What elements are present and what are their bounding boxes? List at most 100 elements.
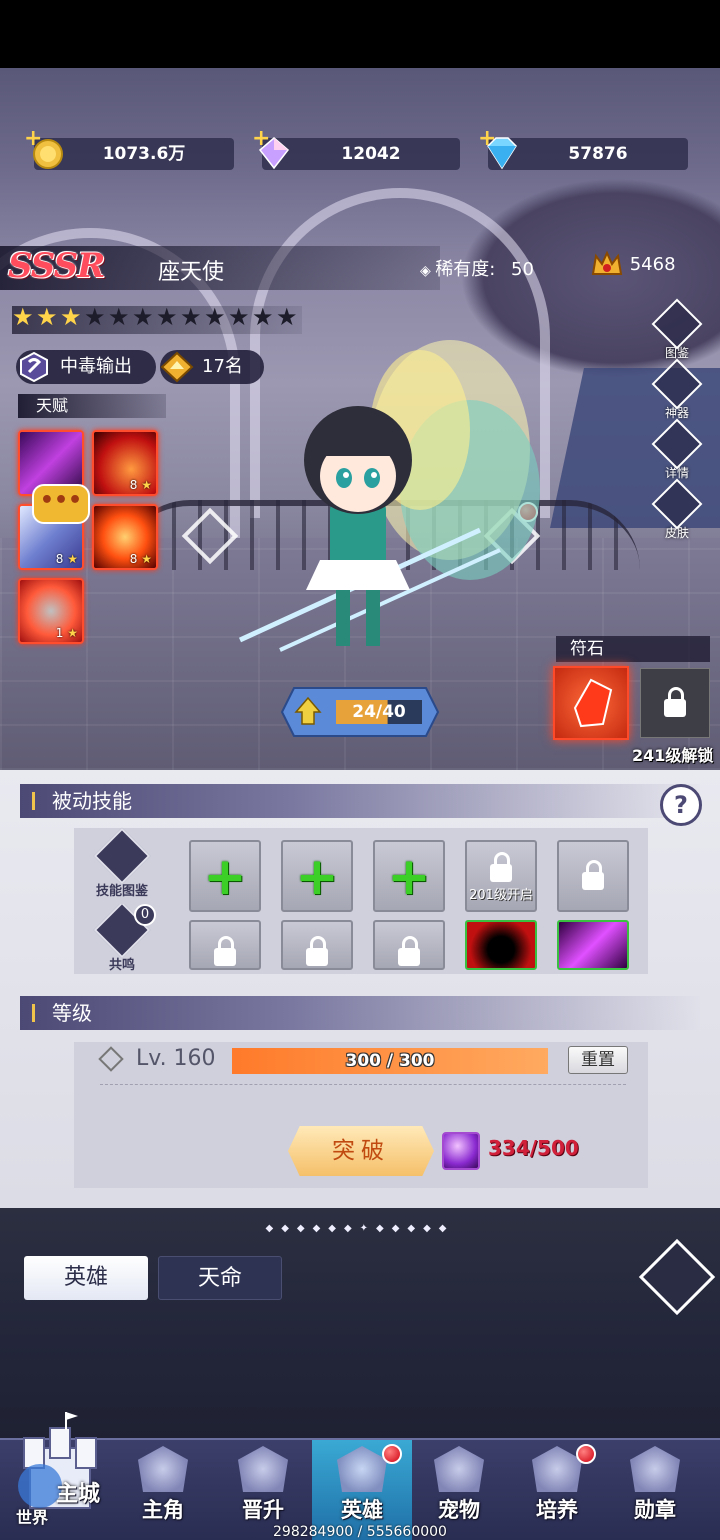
breakthrough-cost: 334/500 [488, 1136, 579, 1160]
breakthrough-button[interactable]: 突破 [288, 1126, 434, 1176]
rune-unlock-label: 241级解锁 [632, 746, 714, 765]
power-value: 5468 [629, 254, 676, 275]
talent-slot-5[interactable]: 1 ★ [18, 578, 84, 644]
lock-icon [214, 936, 236, 966]
gold-coin-icon [33, 139, 63, 169]
resonance-count-badge: 0 [134, 904, 156, 926]
rune-slot-locked[interactable] [640, 668, 710, 738]
crown-icon [591, 250, 623, 275]
hero-name: 座天使 [158, 260, 225, 285]
rarity-tier-badge: SSSR [8, 246, 105, 286]
skill-slot-add[interactable]: + [189, 840, 261, 912]
talent-slot-4[interactable]: 8 ★ [92, 504, 158, 570]
skill-slot-locked[interactable] [557, 840, 629, 912]
plus-icon: + [387, 847, 431, 907]
rarity-info: ◈ 稀有度: 50 [420, 255, 534, 281]
training-icon [532, 1446, 582, 1492]
plus-icon: + [295, 847, 339, 907]
lock-icon [582, 860, 604, 890]
skill-slot-add[interactable]: + [373, 840, 445, 912]
star-empty-icon: ★ [204, 303, 226, 331]
gold-counter[interactable]: + 1073.6万 [24, 126, 234, 170]
star-empty-icon: ★ [108, 303, 130, 331]
skill-slot-locked[interactable] [281, 920, 353, 970]
home-label[interactable]: 主城 [56, 1476, 100, 1508]
level-exp-bar: 300 / 300 [232, 1048, 548, 1074]
nav-protagonist[interactable]: 主角 [118, 1446, 208, 1536]
lock-icon [306, 936, 328, 966]
level-exp-text: 300 / 300 [345, 1051, 435, 1071]
skin-icon [651, 478, 703, 530]
skill-slot-equipped[interactable] [557, 920, 629, 970]
status-bar [0, 0, 720, 68]
help-button[interactable]: ? [660, 784, 702, 826]
medal-icon [630, 1446, 680, 1492]
nav-label: 主角 [142, 1497, 184, 1522]
hero-character-portrait [238, 340, 540, 652]
diamond-bullet-icon: ◈ [420, 263, 436, 279]
hero-level: Lv. 160 [136, 1046, 216, 1071]
ornament-divider: ◆◆◆◆◆◆✦◆◆◆◆◆ [265, 1223, 455, 1234]
star-filled-icon: ★ [36, 303, 58, 331]
level-header: 等级 [20, 996, 700, 1030]
star-filled-icon: ★ [60, 303, 82, 331]
nav-label: 晋升 [242, 1497, 284, 1522]
nav-label: 培养 [536, 1497, 578, 1522]
rarity-label: 稀有度: [435, 259, 496, 280]
star-filled-icon: ★ [12, 303, 34, 331]
star-empty-icon: ★ [228, 303, 250, 331]
lock-icon [664, 687, 686, 717]
rune-title: 符石 [556, 636, 710, 662]
talent-level: 8 ★ [129, 552, 152, 566]
side-codex-button[interactable]: 图鉴 [651, 298, 703, 362]
skill-slot-add[interactable]: + [281, 840, 353, 912]
nav-medal[interactable]: 勋章 [610, 1446, 700, 1536]
skill-slot-equipped[interactable] [465, 920, 537, 970]
slot-unlock-label: 201级开启 [469, 888, 533, 903]
role-tag[interactable]: 中毒输出 [16, 350, 156, 384]
pet-icon [434, 1446, 484, 1492]
skill-slot-locked[interactable] [189, 920, 261, 970]
nav-label: 宠物 [438, 1497, 480, 1522]
tab-fate[interactable]: 天命 [158, 1256, 282, 1300]
notification-dot [382, 1444, 402, 1464]
skill-slot-locked[interactable]: 201级开启 [465, 840, 537, 912]
nav-label: 英雄 [341, 1497, 383, 1522]
rank-icon [160, 351, 194, 383]
artifact-icon [651, 358, 703, 410]
reset-button[interactable]: 重置 [568, 1046, 628, 1074]
skill-slot-locked[interactable] [373, 920, 445, 970]
side-artifact-button[interactable]: 神器 [651, 358, 703, 422]
talent-level: 8 ★ [55, 552, 78, 566]
notification-dot [576, 1444, 596, 1464]
star-empty-icon: ★ [180, 303, 202, 331]
rune-slot[interactable] [553, 666, 629, 740]
poison-icon [20, 351, 48, 383]
rune-stone-icon [573, 678, 613, 728]
side-skin-button[interactable]: 皮肤 [651, 478, 703, 542]
talent-slot-2[interactable]: 8 ★ [92, 430, 158, 496]
exp-value: 24/40 [352, 702, 406, 722]
codex-icon [651, 298, 703, 350]
talent-level: 1 ★ [55, 626, 78, 640]
promotion-icon [238, 1446, 288, 1492]
divider [100, 1084, 626, 1085]
rarity-value: 50 [511, 259, 534, 280]
lock-icon [490, 852, 512, 882]
side-details-button[interactable]: 详情 [651, 418, 703, 482]
tab-hero[interactable]: 英雄 [24, 1256, 148, 1300]
protagonist-icon [138, 1446, 188, 1492]
chat-bubble-icon[interactable]: ••• [32, 484, 90, 524]
star-empty-icon: ★ [156, 303, 178, 331]
crystal-counter[interactable]: + 12042 [252, 126, 460, 170]
hp-readout: 298284900 / 555660000 [273, 1524, 447, 1540]
nav-pet[interactable]: 宠物 [414, 1446, 504, 1536]
skill-codex-button[interactable]: 技能图鉴 [92, 827, 152, 899]
diamond-counter[interactable]: + 57876 [478, 126, 688, 170]
star-empty-icon: ★ [252, 303, 274, 331]
diamond-icon [487, 137, 517, 170]
role-label: 中毒输出 [60, 356, 132, 377]
nav-promotion[interactable]: 晋升 [218, 1446, 308, 1536]
passive-skill-header: 被动技能 [20, 784, 700, 818]
star-empty-icon: ★ [276, 303, 298, 331]
